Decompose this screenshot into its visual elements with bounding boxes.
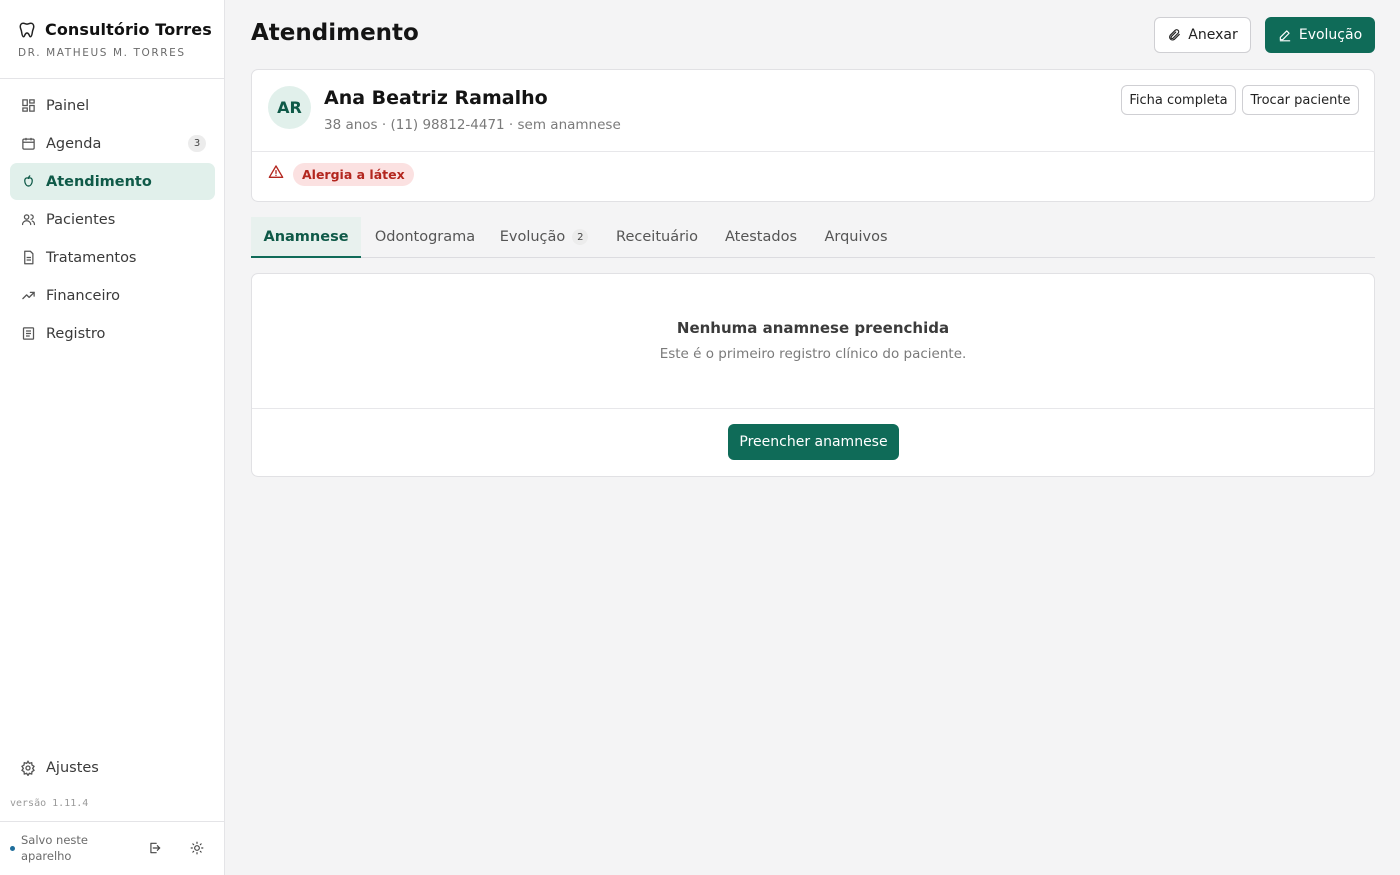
evolution-button[interactable]: Evolução: [1265, 17, 1375, 53]
apple-icon: [20, 174, 36, 190]
sidebar-nav: Painel Agenda 3 Atendimento Pacientes Tr…: [10, 87, 215, 353]
users-icon: [20, 212, 36, 228]
sidebar-item-label: Registro: [46, 325, 106, 342]
sidebar-item-label: Painel: [46, 97, 90, 114]
sidebar-item-pacientes[interactable]: Pacientes: [10, 201, 215, 238]
brand-subtitle: DR. MATHEUS M. TORRES: [18, 47, 186, 59]
sidebar-item-agenda[interactable]: Agenda 3: [10, 125, 215, 162]
brand: Consultório Torres: [18, 20, 212, 39]
sidebar-item-atendimento[interactable]: Atendimento: [10, 163, 215, 200]
sidebar-item-registro[interactable]: Registro: [10, 315, 215, 352]
divider: [252, 408, 1374, 409]
divider: [252, 151, 1374, 152]
tab-atestados[interactable]: Atestados: [718, 217, 804, 257]
count-badge: 2: [572, 229, 589, 245]
sidebar-item-label: Financeiro: [46, 287, 121, 304]
divider: [0, 78, 224, 79]
brand-title: Consultório Torres: [45, 20, 212, 39]
anamnese-panel: Nenhuma anamnese preenchida Este é o pri…: [251, 273, 1375, 477]
sidebar: Consultório Torres DR. MATHEUS M. TORRES…: [0, 0, 225, 875]
tab-evolucao[interactable]: Evolução 2: [494, 217, 594, 257]
warning-icon: [268, 165, 284, 178]
attach-button[interactable]: Anexar: [1154, 17, 1251, 53]
theme-toggle-button[interactable]: [187, 838, 207, 858]
list-icon: [20, 326, 36, 342]
tab-label: Receituário: [616, 229, 698, 245]
logout-icon: [150, 842, 161, 854]
trend-icon: [20, 288, 36, 304]
saved-status: Salvo neste aparelho: [21, 833, 88, 863]
tab-label: Evolução: [499, 229, 566, 245]
logout-button[interactable]: [145, 838, 165, 858]
empty-state-subtitle: Este é o primeiro registro clínico do pa…: [659, 346, 967, 362]
status-dot: [10, 846, 15, 851]
sidebar-item-label: Pacientes: [46, 211, 116, 228]
document-icon: [20, 250, 36, 266]
tab-receituario[interactable]: Receituário: [609, 217, 705, 257]
sidebar-item-label: Tratamentos: [46, 249, 137, 266]
patient-card: AR Ana Beatriz Ramalho 38 anos · (11) 98…: [251, 69, 1375, 202]
sidebar-item-label: Atendimento: [46, 173, 152, 190]
sun-icon: [190, 841, 204, 855]
gear-icon: [21, 760, 35, 776]
settings-link[interactable]: Ajustes: [10, 750, 215, 786]
tab-label: Arquivos: [824, 229, 888, 245]
tab-arquivos[interactable]: Arquivos: [817, 217, 895, 257]
full-record-button[interactable]: Ficha completa: [1121, 85, 1236, 115]
fill-anamnese-button[interactable]: Preencher anamnese: [728, 424, 899, 460]
evolution-label: Evolução: [1298, 27, 1363, 43]
tab-bar: Anamnese Odontograma Evolução 2 Receituá…: [251, 217, 1375, 258]
tab-odontograma[interactable]: Odontograma: [366, 217, 484, 257]
tab-label: Atestados: [724, 229, 798, 245]
patient-name: Ana Beatriz Ramalho: [324, 87, 548, 109]
attach-label: Anexar: [1188, 27, 1238, 43]
empty-state-title: Nenhuma anamnese preenchida: [676, 319, 950, 337]
divider: [0, 821, 224, 822]
paperclip-icon: [1169, 29, 1181, 41]
page-title: Atendimento: [251, 20, 419, 46]
pencil-icon: [1279, 30, 1291, 42]
allergy-badge: Alergia a látex: [293, 163, 414, 186]
count-badge: 3: [188, 135, 206, 152]
dashboard-icon: [20, 98, 36, 114]
settings-label: Ajustes: [46, 760, 99, 776]
sidebar-item-tratamentos[interactable]: Tratamentos: [10, 239, 215, 276]
tab-anamnese[interactable]: Anamnese: [251, 217, 361, 258]
sidebar-item-financeiro[interactable]: Financeiro: [10, 277, 215, 314]
version-text: versão 1.11.4: [10, 798, 89, 809]
tooth-icon: [19, 22, 35, 37]
switch-patient-button[interactable]: Trocar paciente: [1242, 85, 1359, 115]
calendar-icon: [20, 136, 36, 152]
tab-label: Odontograma: [374, 229, 476, 245]
tab-label: Anamnese: [263, 228, 349, 245]
avatar: AR: [268, 86, 311, 129]
sidebar-item-painel[interactable]: Painel: [10, 87, 215, 124]
patient-meta: 38 anos · (11) 98812-4471 · sem anamnese: [324, 117, 621, 133]
sidebar-item-label: Agenda: [46, 135, 102, 152]
